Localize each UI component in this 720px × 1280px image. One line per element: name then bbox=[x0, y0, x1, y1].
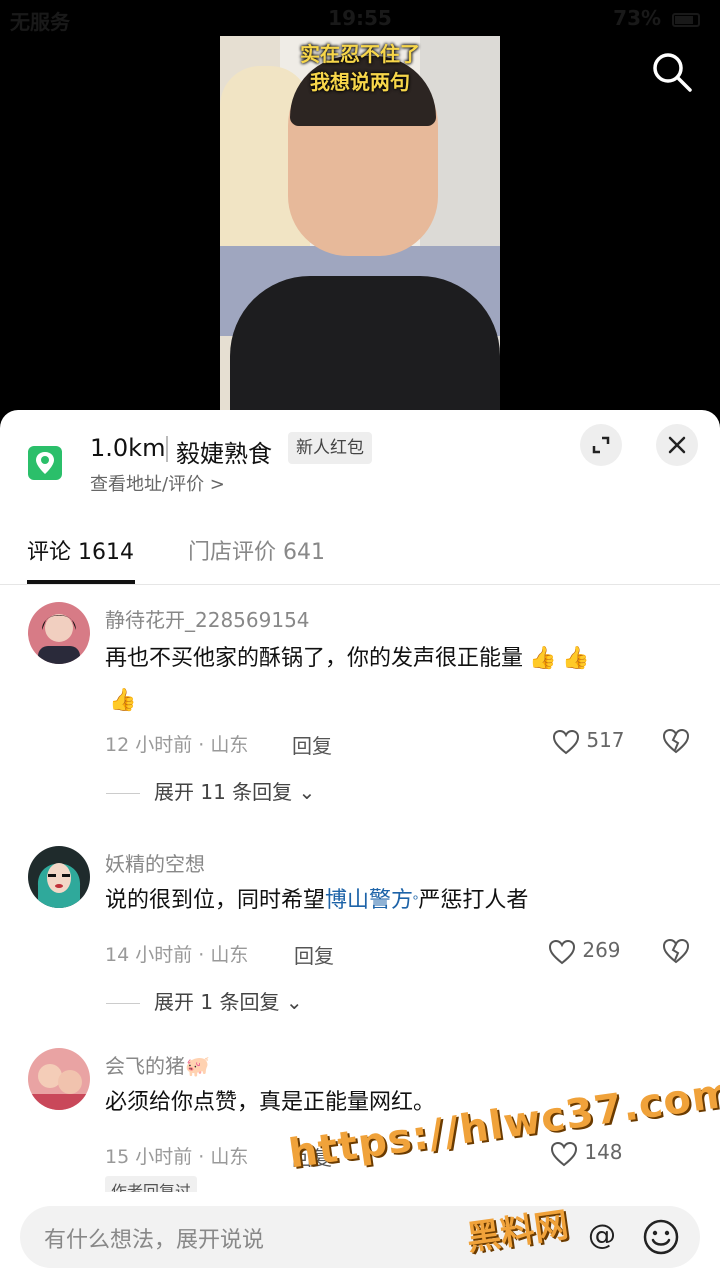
close-button[interactable] bbox=[656, 424, 698, 466]
location-pin-icon[interactable] bbox=[28, 446, 62, 480]
close-icon bbox=[668, 436, 686, 454]
broken-heart-icon bbox=[662, 728, 690, 754]
tab-comments[interactable]: 评论 1614 bbox=[27, 534, 134, 566]
clock: 19:55 bbox=[328, 6, 392, 30]
comment-meta: 15 小时前 · 山东 bbox=[105, 1146, 249, 1168]
heart-icon bbox=[552, 729, 580, 754]
heart-icon bbox=[550, 1141, 578, 1166]
like-count: 148 bbox=[584, 1140, 623, 1164]
like-count: 269 bbox=[582, 938, 621, 962]
battery-percent: 73% bbox=[613, 6, 662, 30]
thumbs-up-emoji: 👍 bbox=[109, 688, 137, 713]
comment-input-placeholder: 有什么想法，展开说说 bbox=[44, 1228, 265, 1253]
new-user-badge: 新人红包 bbox=[288, 432, 372, 464]
comment-meta: 14 小时前 · 山东 bbox=[105, 944, 249, 966]
dislike-button[interactable] bbox=[662, 728, 690, 758]
search-icon[interactable] bbox=[650, 50, 694, 94]
search-link[interactable]: 博山警方 bbox=[325, 888, 413, 913]
comment-username[interactable]: 妖精的空想 bbox=[105, 848, 205, 877]
video-caption: 实在忍不住了 我想说两句 bbox=[300, 42, 420, 94]
shop-distance: 1.0km bbox=[90, 434, 166, 462]
thumbs-up-emoji: 👍 bbox=[529, 646, 557, 671]
avatar[interactable] bbox=[28, 602, 90, 664]
comment-meta: 12 小时前 · 山东 bbox=[105, 734, 249, 756]
video-player[interactable]: 实在忍不住了 我想说两句 bbox=[220, 36, 500, 410]
emoji-icon[interactable] bbox=[642, 1218, 680, 1260]
divider bbox=[0, 584, 720, 585]
chevron-down-icon: ⌄ bbox=[298, 780, 316, 804]
reply-button[interactable]: 回复 bbox=[294, 940, 334, 969]
shop-name[interactable]: 毅婕熟食 bbox=[176, 434, 272, 469]
broken-heart-icon bbox=[662, 938, 690, 964]
comment-username[interactable]: 会飞的猪🐖 bbox=[105, 1050, 210, 1079]
like-count: 517 bbox=[586, 728, 625, 752]
chevron-down-icon: ⌄ bbox=[285, 990, 303, 1014]
like-button[interactable]: 269 bbox=[548, 938, 621, 965]
status-bar: 无服务 19:55 73% bbox=[0, 0, 720, 36]
battery-icon bbox=[672, 12, 700, 27]
thumbs-up-emoji: 👍 bbox=[562, 646, 590, 671]
expand-replies-button[interactable]: 展开 11 条回复 ⌄ bbox=[106, 776, 315, 805]
at-icon[interactable]: @ bbox=[588, 1218, 616, 1251]
avatar[interactable] bbox=[28, 1048, 90, 1110]
comment-text: 说的很到位，同时希望博山警方ᵒ严惩打人者 bbox=[105, 888, 529, 913]
battery-indicator: 73% bbox=[613, 6, 700, 30]
comment-text: 再也不买他家的酥锅了，你的发声很正能量 👍 👍 👍 bbox=[105, 638, 685, 722]
comment-input[interactable]: 有什么想法，展开说说 @ bbox=[20, 1206, 700, 1268]
tab-store-reviews[interactable]: 门店评价 641 bbox=[188, 534, 325, 566]
dislike-button[interactable] bbox=[662, 938, 690, 968]
comment-input-bar: 有什么想法，展开说说 @ bbox=[0, 1192, 720, 1280]
expand-replies-button[interactable]: 展开 1 条回复 ⌄ bbox=[106, 986, 303, 1015]
like-button[interactable]: 148 bbox=[550, 1140, 623, 1167]
reply-button[interactable]: 回复 bbox=[292, 730, 332, 759]
like-button[interactable]: 517 bbox=[552, 728, 625, 755]
expand-button[interactable] bbox=[580, 424, 622, 466]
comment-username[interactable]: 静待花开_228569154 bbox=[105, 604, 310, 633]
expand-icon bbox=[592, 436, 610, 454]
avatar[interactable] bbox=[28, 846, 90, 908]
divider bbox=[166, 436, 168, 462]
heart-icon bbox=[548, 939, 576, 964]
view-address-link[interactable]: 查看地址/评价 > bbox=[90, 470, 225, 496]
